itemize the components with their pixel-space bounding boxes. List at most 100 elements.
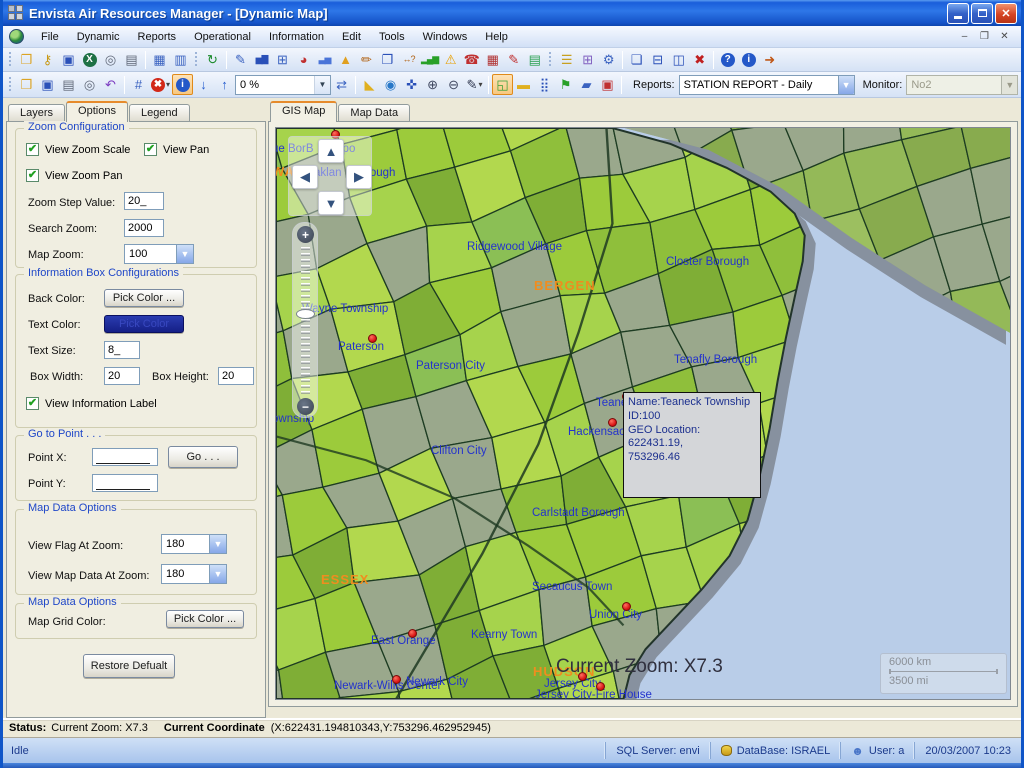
pie-chart-button[interactable]: ◕ (293, 49, 314, 70)
station-marker[interactable] (596, 682, 605, 691)
text-color-button[interactable]: Pick Color (104, 315, 184, 333)
station-marker[interactable] (368, 334, 377, 343)
data-grid-button[interactable]: ⊞ (272, 49, 293, 70)
view-pan-checkbox[interactable]: ✔View Pan (144, 143, 209, 156)
menu-item-tools[interactable]: Tools (370, 28, 414, 46)
edit-note-button[interactable]: ✎ (503, 49, 524, 70)
back-color-button[interactable]: Pick Color ... (104, 289, 184, 307)
station-marker[interactable] (608, 418, 617, 427)
zoom-step-input[interactable]: 20 (124, 192, 164, 210)
arrow-up-button[interactable]: ↑ (214, 74, 235, 95)
zoom-in-button[interactable]: ⊕ (422, 74, 443, 95)
stats-chart-button[interactable]: ▂▄▆ (419, 49, 440, 70)
edit-pen-button[interactable]: ✏ (356, 49, 377, 70)
grid-toggle-button[interactable]: # (128, 74, 149, 95)
search-zoom-input[interactable]: 2000 (124, 219, 164, 237)
zoom-percent[interactable]: 0 %▼ (235, 75, 331, 95)
reports-select[interactable]: STATION REPORT - Daily▼ (679, 75, 855, 95)
save-map-button[interactable]: ▣ (597, 74, 618, 95)
zoom-out-slider-button[interactable]: − (297, 398, 314, 415)
menu-item-help[interactable]: Help (476, 28, 517, 46)
key-search-button[interactable]: ⚷ (37, 49, 58, 70)
chevron-down-icon[interactable]: ▼ (838, 76, 854, 94)
station-marker[interactable] (408, 629, 417, 638)
help-button[interactable]: ? (717, 49, 738, 70)
view-zoom-pan-checkbox[interactable]: ✔View Zoom Pan (26, 169, 122, 182)
exit-button[interactable]: ➜ (759, 49, 780, 70)
flag-button[interactable]: ⚑ (555, 74, 576, 95)
save-button[interactable]: ▣ (58, 49, 79, 70)
menu-item-reports[interactable]: Reports (129, 28, 186, 46)
bar-chart-button[interactable]: ▅▇ (251, 49, 272, 70)
close-window-button[interactable]: ✖ (689, 49, 710, 70)
dots-grid-button[interactable]: ⣿ (534, 74, 555, 95)
point-x-input[interactable] (92, 448, 158, 466)
info-button[interactable]: i (738, 49, 759, 70)
print-preview-button[interactable]: ◎ (100, 49, 121, 70)
select-region-button[interactable]: ◱ (492, 74, 513, 95)
tile-vertical-button[interactable]: ◫ (668, 49, 689, 70)
print-map-button[interactable]: ▤ (58, 74, 79, 95)
database-button[interactable]: ☰ (556, 49, 577, 70)
settings-gear-button[interactable]: ⚙ (598, 49, 619, 70)
view-map-data-zoom-select[interactable]: 180▼ (161, 564, 227, 584)
tab-gis-map[interactable]: GIS Map (270, 101, 337, 122)
zoom-slider-thumb[interactable] (296, 309, 315, 319)
info-mode-button[interactable]: i (172, 74, 193, 95)
arrow-down-button[interactable]: ↓ (193, 74, 214, 95)
globe-view-button[interactable]: ◉ (380, 74, 401, 95)
pan-down-button[interactable]: ▼ (318, 191, 344, 215)
mdi-close-button[interactable]: ✕ (996, 29, 1013, 44)
view-information-label-checkbox[interactable]: ✔View Information Label (26, 397, 157, 410)
dropdown-caret-icon[interactable]: ▾ (478, 80, 482, 89)
calculator-button[interactable]: ⊞ (577, 49, 598, 70)
go-button[interactable]: Go . . . (168, 446, 238, 468)
eraser-button[interactable]: ▰ (576, 74, 597, 95)
zoom-slider-track[interactable] (301, 247, 310, 395)
callback-phone-button[interactable]: ☎ (461, 49, 482, 70)
notebook-button[interactable]: ▤ (524, 49, 545, 70)
stop-button[interactable]: ✖▾ (149, 74, 172, 95)
view-zoom-scale-checkbox[interactable]: ✔View Zoom Scale (26, 143, 130, 156)
box-height-input[interactable]: 20 (218, 367, 254, 385)
mdi-restore-button[interactable]: ❐ (976, 29, 993, 44)
shapes-3d-button[interactable]: ▲ (335, 49, 356, 70)
menu-item-edit[interactable]: Edit (333, 28, 370, 46)
chart-edit-button[interactable]: ✎ (230, 49, 251, 70)
toolbar-handle[interactable] (548, 52, 553, 68)
text-size-input[interactable]: 8 (104, 341, 140, 359)
calendar-button[interactable]: ▦ (482, 49, 503, 70)
station-marker[interactable] (392, 675, 401, 684)
report-window-button[interactable]: ❐ (377, 49, 398, 70)
histogram-button[interactable]: ▃▅ (314, 49, 335, 70)
alarm-warning-button[interactable]: ⚠ (440, 49, 461, 70)
ruler-select-button[interactable]: ◣ (359, 74, 380, 95)
cascade-windows-button[interactable]: ❏ (626, 49, 647, 70)
view-flag-zoom-select[interactable]: 180▼ (161, 534, 227, 554)
menu-item-windows[interactable]: Windows (414, 28, 477, 46)
excel-export-button[interactable]: X (79, 49, 100, 70)
map-grid-color-button[interactable]: Pick Color ... (166, 610, 244, 628)
open-map-button[interactable]: ❒ (16, 74, 37, 95)
close-button[interactable]: ✕ (995, 3, 1017, 24)
print-button[interactable]: ▤ (121, 49, 142, 70)
menu-item-operational[interactable]: Operational (185, 28, 260, 46)
dropdown-caret-icon[interactable]: ▾ (166, 80, 170, 89)
map-zoom-select[interactable]: 100▼ (124, 244, 194, 264)
chevron-down-icon[interactable]: ▼ (314, 76, 330, 94)
pan-right-button[interactable]: ▶ (346, 165, 372, 189)
zoom-out-button[interactable]: ⊖ (443, 74, 464, 95)
pan-left-button[interactable]: ◀ (292, 165, 318, 189)
menu-item-information[interactable]: Information (260, 28, 333, 46)
zoom-in-slider-button[interactable]: + (297, 226, 314, 243)
restore-button[interactable] (971, 3, 993, 24)
table-view-button[interactable]: ▦ (149, 49, 170, 70)
save-view-button[interactable]: ▣ (37, 74, 58, 95)
minimize-button[interactable] (947, 3, 969, 24)
box-width-input[interactable]: 20 (104, 367, 140, 385)
pan-up-button[interactable]: ▲ (318, 139, 344, 163)
undo-button[interactable]: ↶ (100, 74, 121, 95)
tab-layers[interactable]: Layers (8, 104, 65, 122)
pan-tool-button[interactable]: ✜ (401, 74, 422, 95)
monitor-select[interactable]: No2▼ (906, 75, 1018, 95)
